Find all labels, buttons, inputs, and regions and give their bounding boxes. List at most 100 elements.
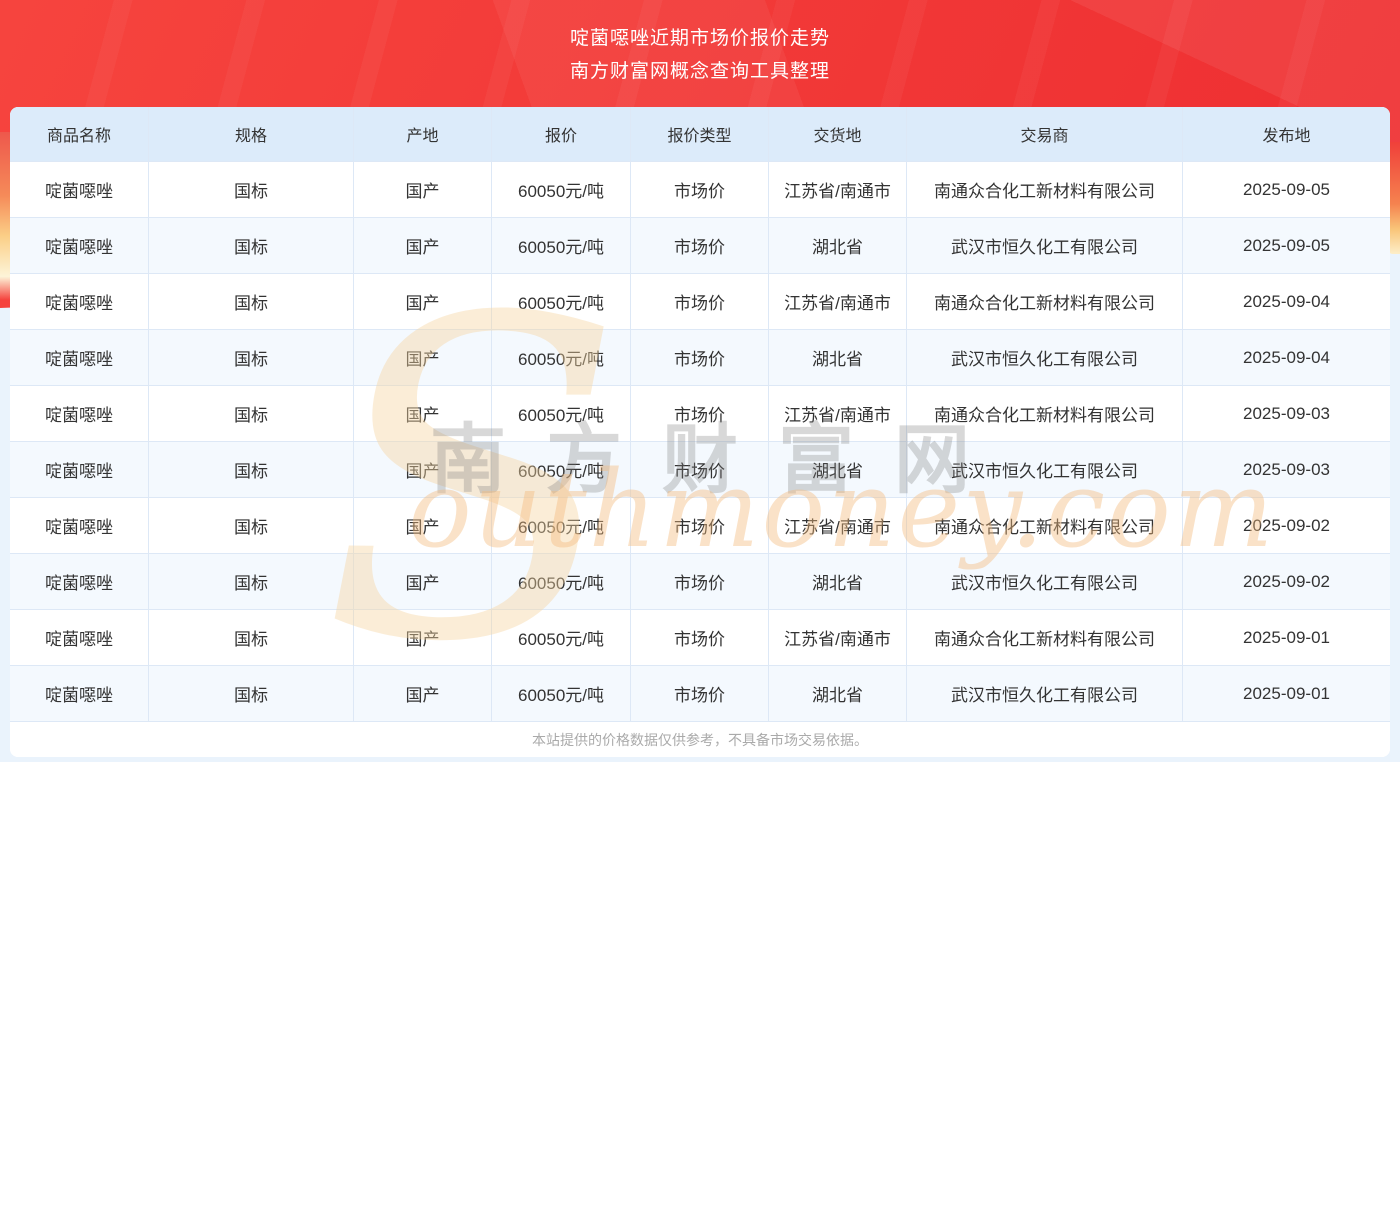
table-cell: 国标 — [148, 162, 353, 217]
table-cell: 市场价 — [630, 218, 768, 273]
table-cell: 2025-09-04 — [1182, 274, 1390, 329]
table-cell: 江苏省/南通市 — [768, 162, 906, 217]
table-cell: 啶菌噁唑 — [45, 630, 113, 649]
table-cell: 2025-09-05 — [1182, 218, 1390, 273]
table-cell: 国产 — [353, 330, 491, 385]
table-cell: 国产 — [353, 554, 491, 609]
table-cell: 国产 — [353, 666, 491, 721]
table-cell: 国产 — [353, 162, 491, 217]
table-row: 啶菌噁唑 国标 国产 60050元/吨 市场价 湖北省 武汉市恒久化工有限公司 2025-09… — [10, 665, 1390, 721]
table-cell: 国标 — [148, 554, 353, 609]
column-header-publish-date: 发布地 — [1182, 107, 1390, 161]
table-cell: 60050元/吨 — [491, 610, 630, 665]
column-header-product-name: 商品名称 — [46, 128, 111, 145]
table-cell: 2025-09-02 — [1182, 498, 1390, 553]
table-row: 啶菌噁唑 国标 国产 60050元/吨 市场价 湖北省 武汉市恒久化工有限公司 2025-09… — [10, 329, 1390, 385]
table-cell: 湖北省 — [768, 442, 906, 497]
page: { "header": { "title": "啶菌噁唑近期市场价报价走势", … — [0, 0, 1400, 1205]
table-header-row: 商品名称 规格 产地 报价 报价类型 交货地 交易商 发布地 — [10, 107, 1390, 161]
column-header-price: 报价 — [491, 107, 630, 161]
disclaimer-row: 本站提供的价格数据仅供参考，不具备市场交易依据。 — [10, 721, 1390, 757]
price-table: 商品名称 规格 产地 报价 报价类型 交货地 交易商 发布地 啶菌噁唑 国标 国产 6… — [10, 107, 1390, 757]
table-cell: 湖北省 — [768, 666, 906, 721]
table-cell: 南通众合化工新材料有限公司 — [906, 610, 1182, 665]
table-cell: 国标 — [148, 218, 353, 273]
table-cell: 2025-09-05 — [1182, 162, 1390, 217]
table-cell: 南通众合化工新材料有限公司 — [906, 386, 1182, 441]
table-cell: 国产 — [353, 274, 491, 329]
table-cell: 啶菌噁唑 — [45, 350, 113, 369]
table-cell: 60050元/吨 — [491, 162, 630, 217]
table-cell: 南通众合化工新材料有限公司 — [906, 162, 1182, 217]
table-cell: 国产 — [353, 442, 491, 497]
table-cell: 国产 — [353, 498, 491, 553]
table-row: 啶菌噁唑 国标 国产 60050元/吨 市场价 江苏省/南通市 南通众合化工新材料有限公司 2… — [10, 161, 1390, 217]
page-subtitle: 南方财富网概念查询工具整理 — [569, 61, 830, 82]
table-cell: 60050元/吨 — [491, 666, 630, 721]
table-cell: 啶菌噁唑 — [45, 462, 113, 481]
disclaimer-text: 本站提供的价格数据仅供参考，不具备市场交易依据。 — [532, 731, 868, 748]
column-header-price-type: 报价类型 — [630, 107, 768, 161]
table-cell: 湖北省 — [768, 554, 906, 609]
table-row: 啶菌噁唑 国标 国产 60050元/吨 市场价 江苏省/南通市 南通众合化工新材料有限公司 2… — [10, 385, 1390, 441]
table-cell: 武汉市恒久化工有限公司 — [906, 330, 1182, 385]
table-row: 啶菌噁唑 国标 国产 60050元/吨 市场价 湖北省 武汉市恒久化工有限公司 2025-09… — [10, 441, 1390, 497]
table-cell: 市场价 — [630, 554, 768, 609]
table-cell: 60050元/吨 — [491, 498, 630, 553]
hero-section: 啶菌噁唑近期市场价报价走势 南方财富网概念查询工具整理 商品名称 规格 产地 报… — [0, 0, 1400, 762]
table-cell: 啶菌噁唑 — [45, 182, 113, 201]
page-title: 啶菌噁唑近期市场价报价走势 — [569, 28, 830, 49]
table-cell: 市场价 — [630, 610, 768, 665]
table-cell: 2025-09-03 — [1182, 386, 1390, 441]
table-cell: 江苏省/南通市 — [768, 386, 906, 441]
column-header-delivery-place: 交货地 — [768, 107, 906, 161]
table-cell: 2025-09-02 — [1182, 554, 1390, 609]
table-cell: 市场价 — [630, 442, 768, 497]
table-cell: 国产 — [353, 218, 491, 273]
table-cell: 市场价 — [630, 666, 768, 721]
table-cell: 国标 — [148, 274, 353, 329]
table-cell: 市场价 — [630, 162, 768, 217]
column-header-trader: 交易商 — [906, 107, 1182, 161]
table-cell: 60050元/吨 — [491, 218, 630, 273]
table-cell: 武汉市恒久化工有限公司 — [906, 218, 1182, 273]
table-cell: 江苏省/南通市 — [768, 498, 906, 553]
banner-titles: 啶菌噁唑近期市场价报价走势 南方财富网概念查询工具整理 — [0, 0, 1400, 88]
table-cell: 啶菌噁唑 — [45, 518, 113, 537]
table-cell: 南通众合化工新材料有限公司 — [906, 274, 1182, 329]
table-cell: 湖北省 — [768, 330, 906, 385]
table-cell: 啶菌噁唑 — [45, 686, 113, 705]
table-cell: 国标 — [148, 498, 353, 553]
table-cell: 国标 — [148, 666, 353, 721]
table-cell: 国产 — [353, 610, 491, 665]
table-cell: 60050元/吨 — [491, 442, 630, 497]
table-row: 啶菌噁唑 国标 国产 60050元/吨 市场价 江苏省/南通市 南通众合化工新材料有限公司 2… — [10, 273, 1390, 329]
table-cell: 国产 — [353, 386, 491, 441]
table-cell: 江苏省/南通市 — [768, 610, 906, 665]
table-body: 啶菌噁唑 国标 国产 60050元/吨 市场价 江苏省/南通市 南通众合化工新材料有限公司 2… — [10, 161, 1390, 721]
table-cell: 啶菌噁唑 — [45, 406, 113, 425]
table-cell: 市场价 — [630, 386, 768, 441]
table-cell: 武汉市恒久化工有限公司 — [906, 554, 1182, 609]
table-cell: 市场价 — [630, 498, 768, 553]
table-row: 啶菌噁唑 国标 国产 60050元/吨 市场价 江苏省/南通市 南通众合化工新材料有限公司 2… — [10, 609, 1390, 665]
table-cell: 2025-09-03 — [1182, 442, 1390, 497]
table-cell: 啶菌噁唑 — [45, 574, 113, 593]
table-cell: 市场价 — [630, 330, 768, 385]
table-cell: 60050元/吨 — [491, 330, 630, 385]
table-cell: 60050元/吨 — [491, 554, 630, 609]
table-cell: 国标 — [148, 386, 353, 441]
table-cell: 啶菌噁唑 — [45, 238, 113, 257]
table-cell: 国标 — [148, 330, 353, 385]
table-cell: 60050元/吨 — [491, 386, 630, 441]
table-cell: 啶菌噁唑 — [45, 294, 113, 313]
table-row: 啶菌噁唑 国标 国产 60050元/吨 市场价 江苏省/南通市 南通众合化工新材料有限公司 2… — [10, 497, 1390, 553]
table-cell: 南通众合化工新材料有限公司 — [906, 498, 1182, 553]
table-cell: 湖北省 — [768, 218, 906, 273]
table-cell: 江苏省/南通市 — [768, 274, 906, 329]
column-header-spec: 规格 — [148, 107, 353, 161]
table-cell: 武汉市恒久化工有限公司 — [906, 442, 1182, 497]
table-cell: 60050元/吨 — [491, 274, 630, 329]
table-cell: 市场价 — [630, 274, 768, 329]
table-cell: 2025-09-01 — [1182, 666, 1390, 721]
